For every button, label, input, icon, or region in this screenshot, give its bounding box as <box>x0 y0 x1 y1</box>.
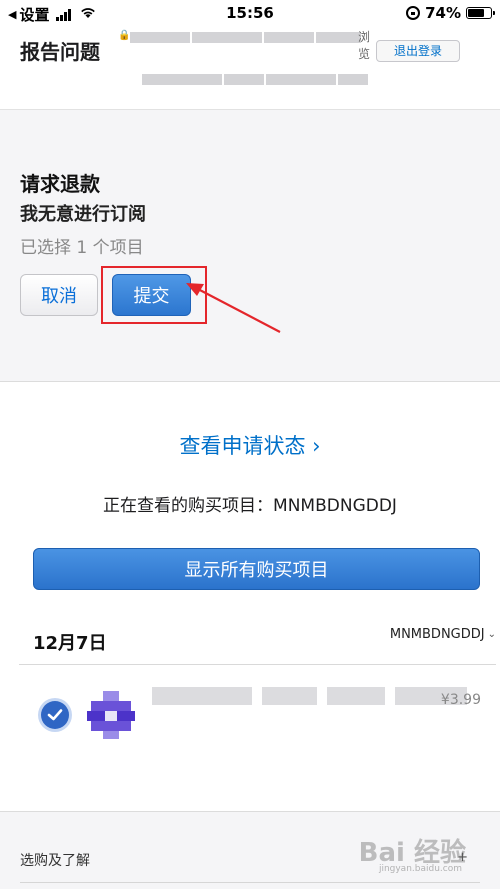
show-all-purchases-button[interactable]: 显示所有购买项目 <box>33 548 480 590</box>
status-bar: ◀ 设置 15:56 74% <box>0 0 500 26</box>
baidu-watermark-url: jingyan.baidu.com <box>378 864 462 874</box>
footer: Bai 经验 jingyan.baidu.com 选购及了解 + <box>0 811 500 889</box>
order-id[interactable]: MNMBDNGDDJ <box>390 627 485 642</box>
purchase-date-row: 12月7日 MNMBDNGDDJ ⌄ <box>19 623 496 665</box>
checkmark-icon[interactable] <box>41 701 69 729</box>
expand-plus-icon[interactable]: + <box>457 850 468 865</box>
order-id-dropdown[interactable]: MNMBDNGDDJ ⌄ <box>390 627 496 642</box>
cancel-button[interactable]: 取消 <box>20 274 98 316</box>
status-right: 74% <box>406 4 495 22</box>
battery-percent: 74% <box>425 4 461 22</box>
footer-shop-learn[interactable]: 选购及了解 <box>20 850 90 870</box>
selected-count: 已选择 1 个项目 <box>20 238 144 258</box>
lock-icon: 🔒 <box>118 30 131 41</box>
app-icon-blurred <box>87 691 135 739</box>
refund-panel: 请求退款 我无意进行订阅 已选择 1 个项目 取消 提交 <box>0 110 500 382</box>
url-tail-text: 浏览 <box>358 30 371 61</box>
list-item[interactable]: ¥3.99 <box>0 665 500 765</box>
battery-level <box>468 9 485 17</box>
item-price: ¥3.99 <box>440 692 481 708</box>
blurred-subtitle <box>142 74 368 85</box>
orientation-lock-icon <box>406 6 421 20</box>
chevron-down-icon[interactable]: ⌄ <box>488 629 496 640</box>
purchase-date: 12月7日 <box>33 633 107 654</box>
signout-button[interactable]: 退出登录 <box>376 40 460 62</box>
refund-reason: 我无意进行订阅 <box>20 204 146 225</box>
viewing-purchase-text: 正在查看的购买项目：MNMBDNGDDJ <box>103 496 397 516</box>
url-bar-blurred[interactable]: 🔒 浏览 <box>118 30 371 92</box>
refund-title: 请求退款 <box>20 172 100 196</box>
battery-icon <box>466 7 495 19</box>
view-request-status-link[interactable]: 查看申请状态 › <box>0 430 500 460</box>
blurred-item-name <box>152 687 467 705</box>
annotation-arrow-icon <box>186 283 281 333</box>
blurred-url-text <box>130 32 361 43</box>
page-header: 报告问题 🔒 浏览 退出登录 <box>0 26 500 110</box>
footer-divider <box>20 882 480 883</box>
page-title: 报告问题 <box>20 40 100 62</box>
